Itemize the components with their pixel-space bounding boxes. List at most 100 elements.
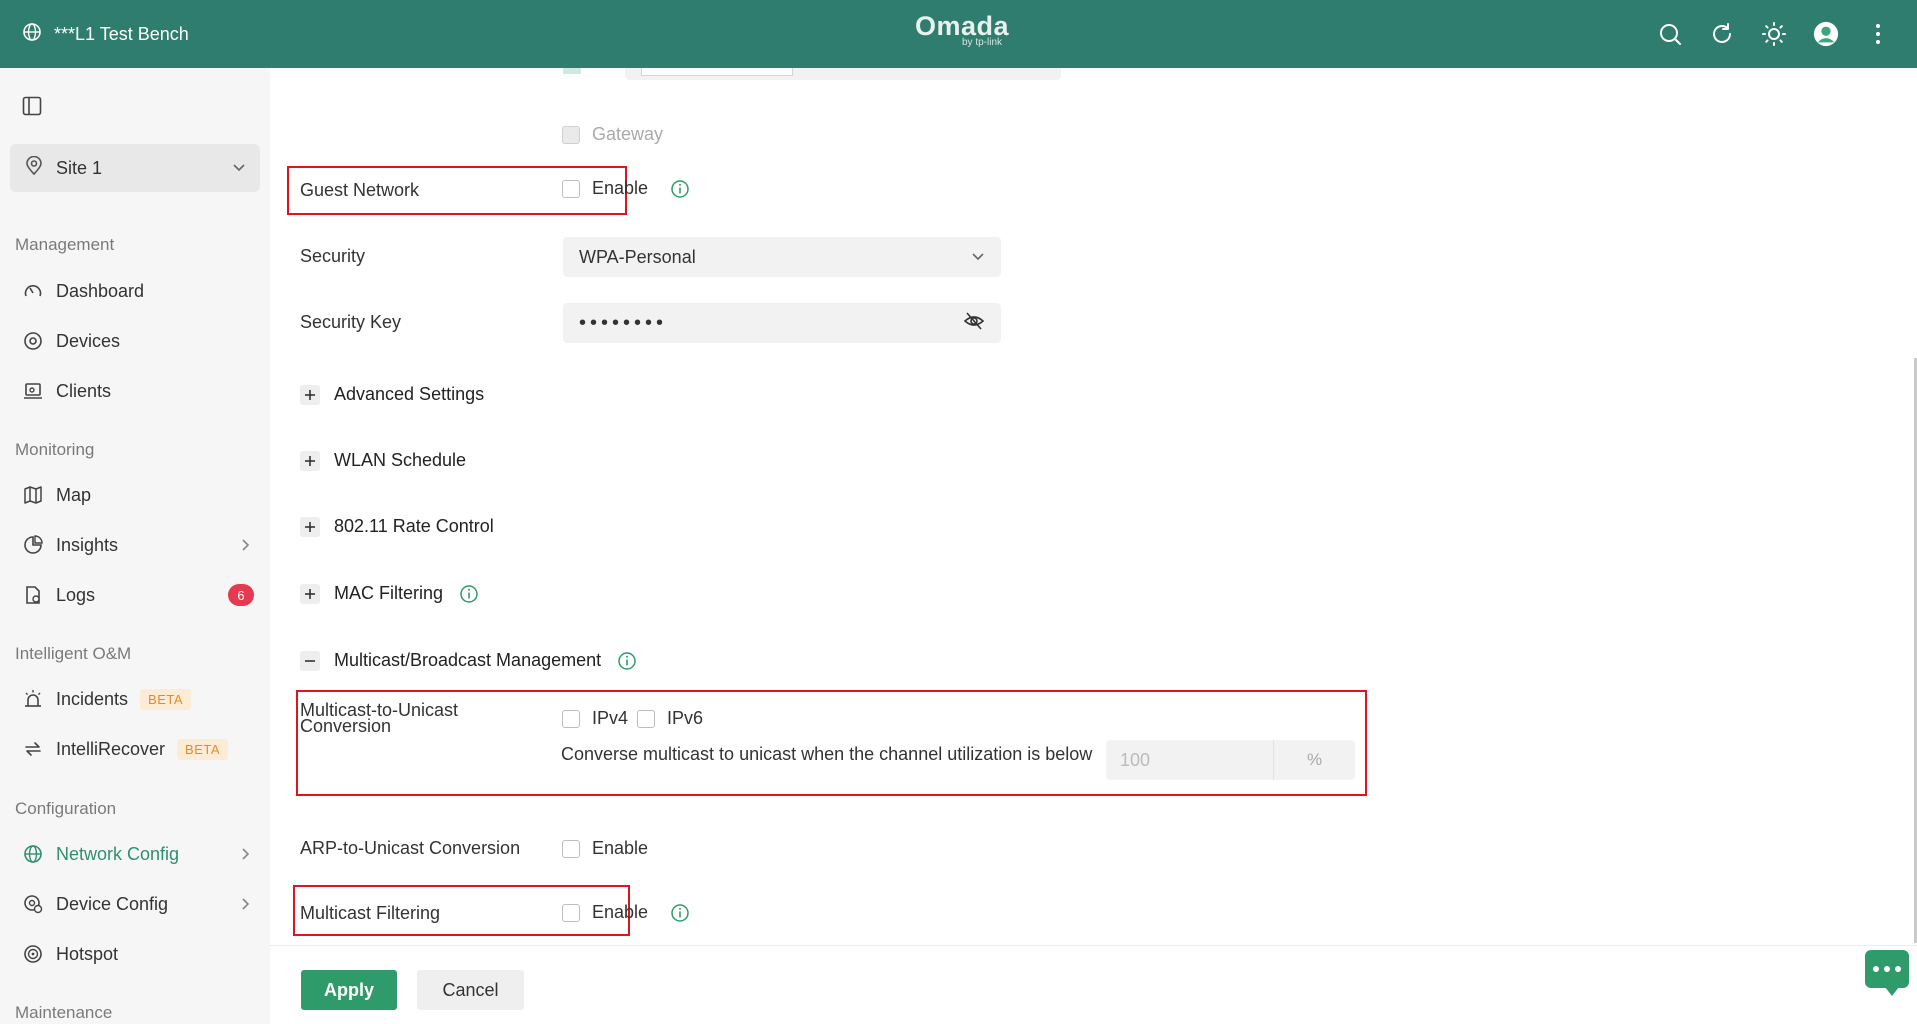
rate-control-label: 802.11 Rate Control	[334, 516, 494, 536]
security-key-input[interactable]: ••••••••	[563, 303, 1001, 343]
hotspot-icon	[22, 943, 44, 965]
plus-icon[interactable]	[300, 450, 320, 471]
wlan-schedule-expander[interactable]: WLAN Schedule	[300, 450, 466, 471]
sidebar-item-incidents[interactable]: Incidents BETA	[0, 676, 270, 722]
sidebar-item-logs[interactable]: Logs 6	[0, 572, 270, 618]
guest-network-checkbox[interactable]	[562, 179, 580, 198]
ipv4-option[interactable]: IPv4	[562, 708, 628, 729]
channel-utilization-input[interactable]: 100	[1106, 740, 1276, 780]
eye-off-icon[interactable]	[963, 310, 985, 337]
advanced-settings-expander[interactable]: Advanced Settings	[300, 384, 484, 405]
avatar[interactable]	[1813, 21, 1839, 47]
dashboard-icon	[22, 280, 44, 302]
logs-icon	[22, 584, 44, 606]
sidebar-item-devices[interactable]: Devices	[0, 318, 270, 364]
info-icon[interactable]	[670, 179, 690, 199]
device-config-icon	[22, 893, 44, 915]
section-maintenance: Maintenance	[15, 1003, 113, 1022]
guest-network-enable[interactable]: Enable	[562, 178, 690, 199]
logs-count-badge: 6	[228, 584, 254, 606]
sidebar-item-label: IntelliRecover	[56, 738, 166, 759]
chevron-right-icon	[240, 536, 250, 557]
sidebar-item-insights[interactable]: Insights	[0, 522, 270, 568]
search-icon[interactable]	[1657, 21, 1683, 47]
partial-field	[625, 68, 1061, 80]
plus-icon[interactable]	[300, 384, 320, 405]
section-configuration: Configuration	[15, 799, 117, 818]
arp-to-unicast-label: ARP-to-Unicast Conversion	[300, 838, 521, 858]
security-select-value: WPA-Personal	[579, 246, 696, 267]
chat-icon[interactable]	[1865, 950, 1909, 996]
security-key-value: ••••••••	[579, 311, 668, 334]
ipv6-checkbox[interactable]	[637, 709, 655, 728]
header-actions	[1657, 0, 1891, 68]
form-footer: Apply Cancel	[270, 945, 1917, 1024]
omada-logo: Omada by tp-link	[912, 12, 1012, 48]
security-select[interactable]: WPA-Personal	[563, 237, 1001, 277]
guest-network-label: Guest Network	[300, 180, 420, 200]
mac-filtering-expander[interactable]: MAC Filtering	[300, 583, 479, 604]
sidebar-item-label: Dashboard	[56, 280, 145, 301]
arp-checkbox[interactable]	[562, 839, 580, 858]
sidebar-item-hotspot[interactable]: Hotspot	[0, 931, 270, 977]
minus-icon[interactable]	[300, 650, 320, 671]
multicast-filtering-checkbox[interactable]	[562, 903, 580, 922]
sidebar-item-label: Insights	[56, 534, 119, 555]
sidebar-item-intellirecover[interactable]: IntelliRecover BETA	[0, 726, 270, 772]
site-title[interactable]: ***L1 Test Bench	[22, 0, 189, 68]
main-content: Gateway Guest Network Enable Security WP…	[270, 68, 1917, 1024]
logo-text: Omada	[914, 11, 1010, 41]
refresh-icon[interactable]	[1709, 21, 1735, 47]
sidebar-item-device-config[interactable]: Device Config	[0, 881, 270, 927]
mac-filtering-label: MAC Filtering	[334, 583, 444, 603]
beta-badge: BETA	[140, 688, 192, 710]
sidebar-item-label: Device Config	[56, 893, 169, 914]
sidebar-item-label: Logs	[56, 584, 96, 605]
wlan-schedule-label: WLAN Schedule	[334, 450, 467, 470]
devices-icon	[22, 330, 44, 352]
gateway-label: Gateway	[592, 124, 664, 144]
sidebar-item-map[interactable]: Map	[0, 472, 270, 518]
ipv4-checkbox[interactable]	[562, 709, 580, 728]
cancel-button[interactable]: Cancel	[417, 970, 524, 1010]
enable-label: Enable	[592, 838, 649, 858]
alarm-icon	[22, 688, 44, 710]
m2u-label: Multicast-to-Unicast Conversion	[300, 701, 458, 735]
multicast-mgmt-expander[interactable]: Multicast/Broadcast Management	[300, 650, 637, 671]
enable-label: Enable	[592, 902, 649, 922]
map-icon	[22, 484, 44, 506]
info-icon[interactable]	[670, 903, 690, 923]
more-icon[interactable]	[1865, 21, 1891, 47]
security-label: Security	[300, 246, 366, 266]
rate-control-expander[interactable]: 802.11 Rate Control	[300, 516, 494, 537]
location-pin-icon	[24, 155, 44, 181]
globe-icon	[22, 843, 44, 865]
sidebar-item-clients[interactable]: Clients	[0, 368, 270, 414]
info-icon[interactable]	[617, 651, 637, 671]
sidebar-item-label: Incidents	[56, 688, 129, 709]
ipv6-label: IPv6	[667, 708, 704, 728]
ipv6-option[interactable]: IPv6	[637, 708, 703, 729]
sidebar-collapse-icon[interactable]	[22, 96, 42, 121]
site-select-value: Site 1	[56, 157, 103, 178]
plus-icon[interactable]	[300, 516, 320, 537]
globe-icon	[22, 22, 42, 47]
sidebar-item-label: Network Config	[56, 843, 180, 864]
enable-label: Enable	[592, 178, 649, 198]
sidebar-item-dashboard[interactable]: Dashboard	[0, 268, 270, 314]
site-select[interactable]: Site 1	[10, 144, 260, 192]
ipv4-label: IPv4	[592, 708, 629, 728]
section-monitoring: Monitoring	[15, 440, 95, 459]
gateway-checkbox	[562, 125, 580, 144]
multicast-filtering-enable[interactable]: Enable	[562, 902, 690, 923]
section-management: Management	[15, 235, 115, 254]
beta-badge: BETA	[177, 738, 229, 760]
theme-icon[interactable]	[1761, 21, 1787, 47]
apply-button[interactable]: Apply	[301, 970, 397, 1010]
sidebar-item-network-config[interactable]: Network Config	[0, 831, 270, 877]
plus-icon[interactable]	[300, 583, 320, 604]
info-icon[interactable]	[459, 584, 479, 604]
sidebar-item-label: Devices	[56, 330, 121, 351]
arp-enable[interactable]: Enable	[562, 838, 648, 859]
section-intelligent: Intelligent O&M	[15, 644, 132, 663]
